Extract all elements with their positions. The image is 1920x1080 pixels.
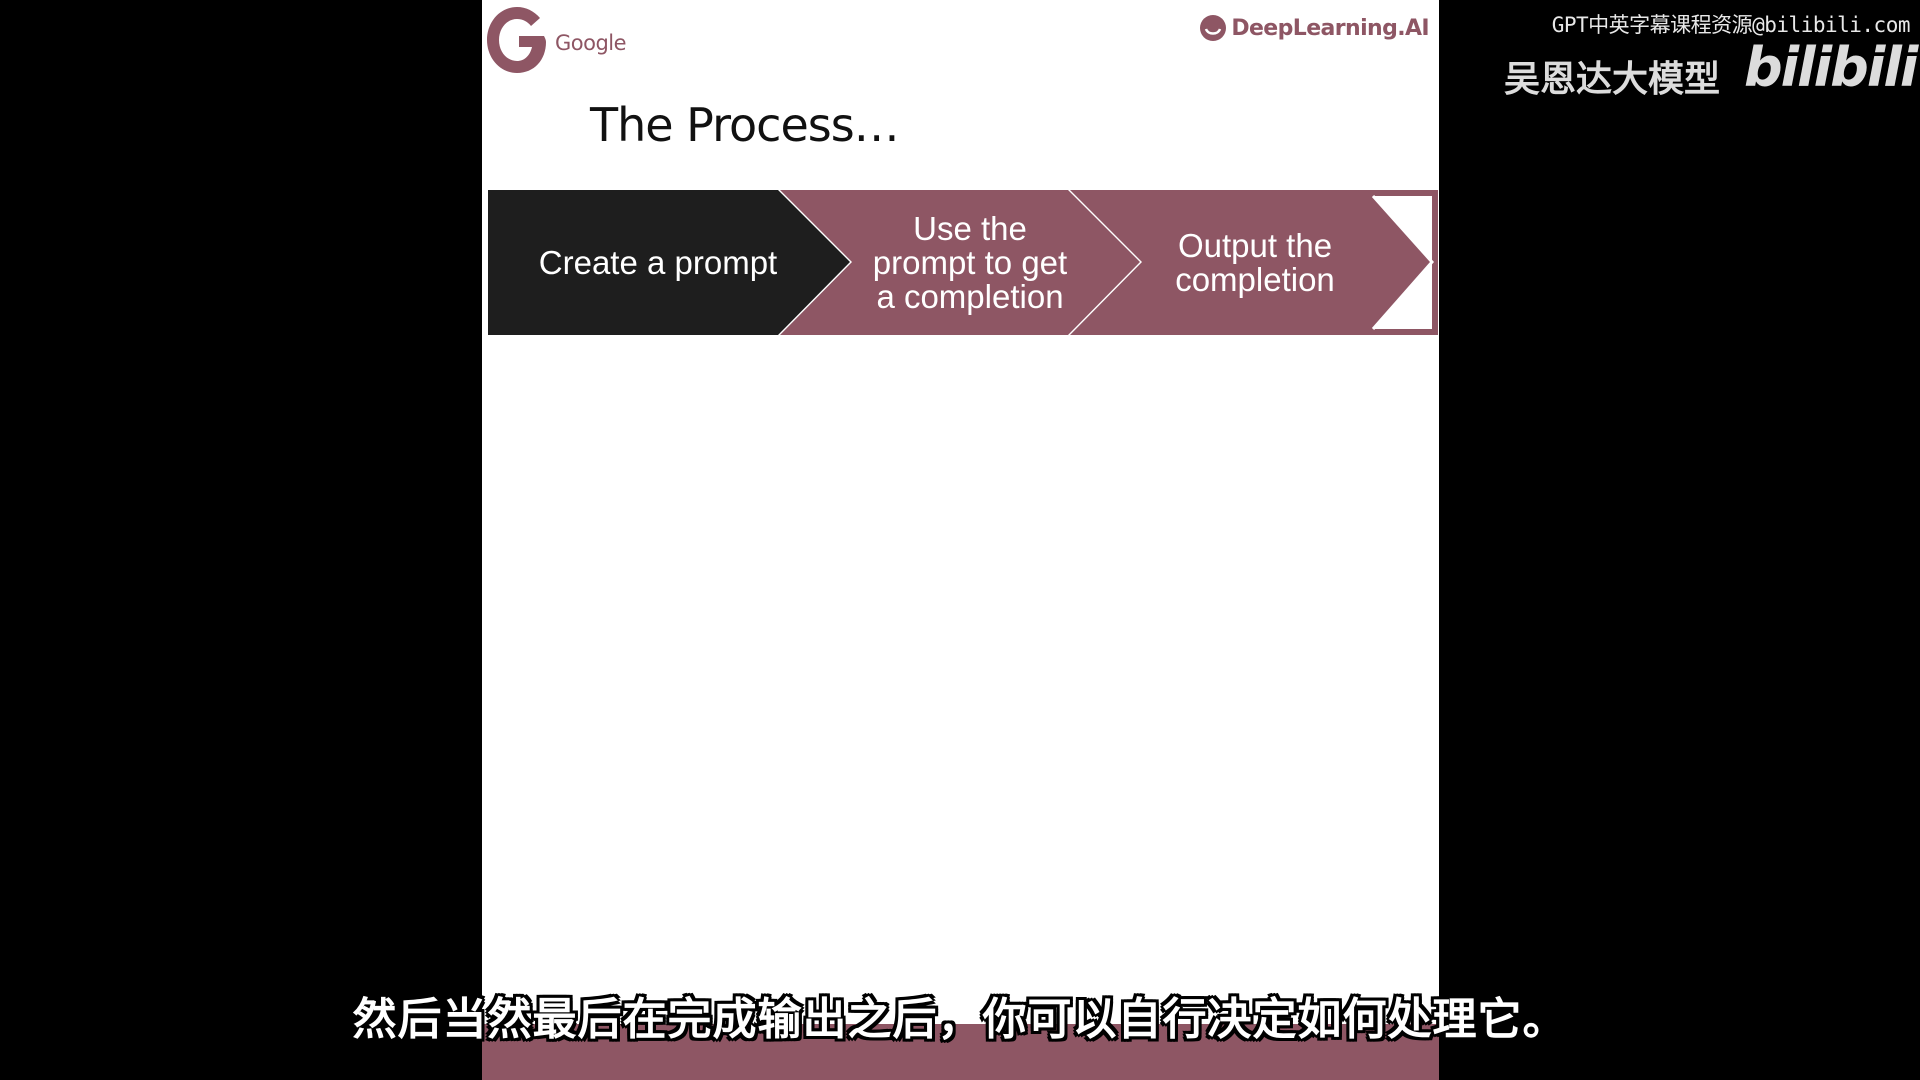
- watermark-source: GPT中英字幕课程资源@bilibili.com: [1551, 13, 1911, 37]
- video-frame: Google DeepLearning.AI The Process… Crea…: [0, 0, 1920, 1080]
- process-step-1-label: Create a prompt: [538, 243, 778, 281]
- deeplearning-logo: DeepLearning.AI: [1199, 13, 1430, 43]
- watermark-channel-name: 吴恩达大模型: [1504, 59, 1721, 100]
- video-subtitle: 然后当然最后在完成输出之后，你可以自行决定如何处理它。: [352, 994, 1568, 1045]
- process-flow: Create a prompt Use the prompt to get a …: [488, 190, 1438, 335]
- deeplearning-wordmark: DeepLearning.AI: [1231, 15, 1429, 41]
- google-logo: Google: [486, 6, 646, 76]
- process-step-3-label: Output the completion: [1175, 226, 1335, 298]
- slide-title: The Process…: [590, 98, 900, 152]
- google-wordmark: Google: [555, 31, 627, 55]
- slide: Google DeepLearning.AI The Process… Crea…: [482, 0, 1439, 1080]
- bilibili-logo: bilibili: [1744, 36, 1918, 99]
- deeplearning-smile-icon: [1200, 15, 1227, 41]
- google-g-icon: [487, 7, 546, 73]
- process-step-2-label: Use the prompt to get a completion: [872, 209, 1068, 315]
